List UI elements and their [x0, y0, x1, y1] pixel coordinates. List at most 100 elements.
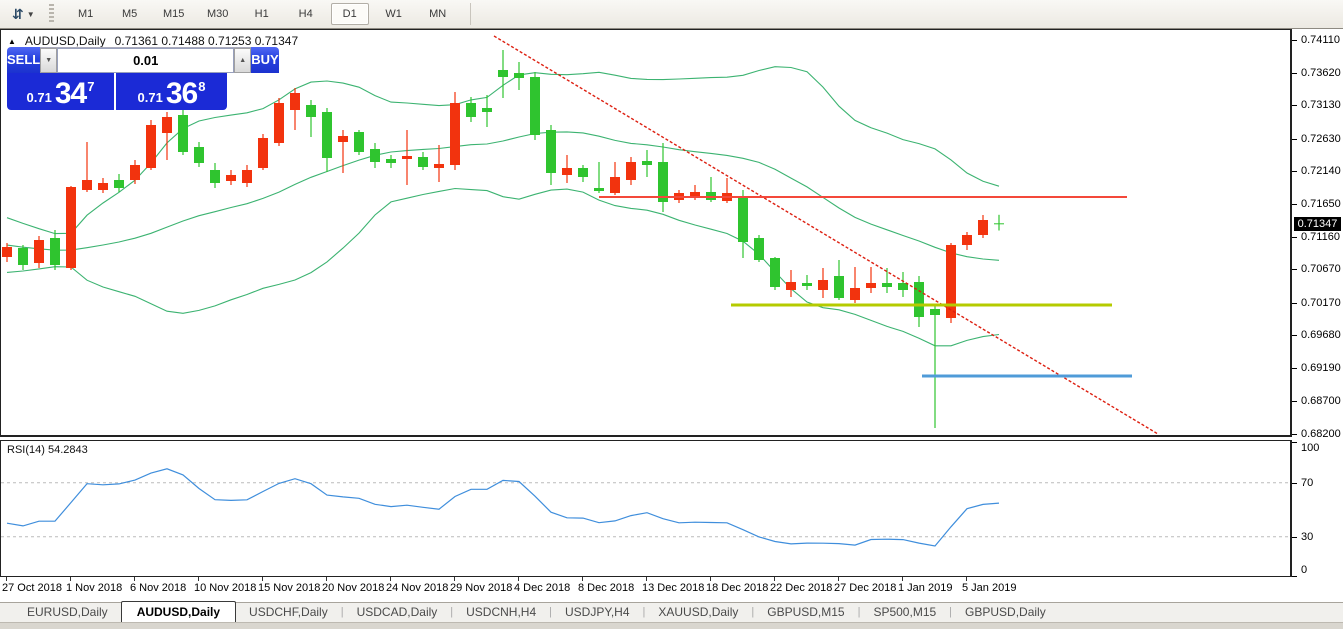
candle-body — [402, 156, 412, 159]
price-axis-tick — [1292, 303, 1297, 304]
timeframe-button-h4[interactable]: H4 — [287, 3, 325, 25]
timeframe-button-m15[interactable]: M15 — [155, 3, 193, 25]
sell-price-tile[interactable]: 0.71 34 7 — [7, 73, 114, 110]
date-axis-tick — [262, 577, 263, 581]
timeframe-button-m30[interactable]: M30 — [199, 3, 237, 25]
date-axis-tick — [326, 577, 327, 581]
candle-body — [834, 276, 844, 298]
date-axis-tick — [582, 577, 583, 581]
candle-body — [2, 247, 12, 257]
timeframe-button-h1[interactable]: H1 — [243, 3, 281, 25]
price-axis-label: 0.72630 — [1301, 133, 1341, 145]
rsi-line — [7, 469, 999, 546]
price-axis-label: 0.69190 — [1301, 362, 1341, 374]
price-axis-tick — [1292, 105, 1297, 106]
buy-price-tile[interactable]: 0.71 36 8 — [116, 73, 227, 110]
candle-body — [194, 147, 204, 163]
candle-body — [450, 103, 460, 165]
price-axis-tick — [1292, 269, 1297, 270]
rsi-canvas — [1, 441, 1290, 575]
date-axis-tick — [390, 577, 391, 581]
timeframe-button-m5[interactable]: M5 — [111, 3, 149, 25]
date-axis-label: 15 Nov 2018 — [258, 582, 320, 594]
candle-body — [338, 136, 348, 142]
one-click-trading-panel: SELL ▼ ▲ BUY 0.71 34 7 0.71 36 8 — [7, 47, 227, 110]
candle-body — [18, 248, 28, 265]
chart-arrows-toolbar-button[interactable]: ⇵ ▼ — [6, 4, 41, 24]
chart-tab-eurusd-daily[interactable]: EURUSD,Daily — [14, 603, 121, 622]
candle-body — [482, 108, 492, 112]
price-axis-tick — [1292, 368, 1297, 369]
chart-tab-usdjpy-h4[interactable]: USDJPY,H4 — [552, 603, 642, 622]
price-axis-label: 0.70170 — [1301, 297, 1341, 309]
candle-body — [34, 240, 44, 263]
lot-size-input[interactable] — [57, 48, 234, 73]
candle-body — [322, 112, 332, 158]
candle-body — [530, 77, 540, 135]
chart-title: ▲ AUDUSD,Daily 0.71361 0.71488 0.71253 0… — [8, 34, 298, 48]
date-axis-label: 10 Nov 2018 — [194, 582, 256, 594]
timeframe-button-m1[interactable]: M1 — [67, 3, 105, 25]
chart-tab-audusd-daily[interactable]: AUDUSD,Daily — [121, 601, 236, 623]
date-axis-label: 1 Nov 2018 — [66, 582, 122, 594]
date-axis-tick — [838, 577, 839, 581]
price-axis-label: 0.71160 — [1301, 231, 1340, 243]
candle-body — [946, 245, 956, 318]
chart-tab-gbpusd-m15[interactable]: GBPUSD,M15 — [754, 603, 857, 622]
candle-body — [114, 180, 124, 188]
buy-price-big: 36 — [166, 80, 197, 107]
candle-body — [930, 309, 940, 315]
date-axis-tick — [134, 577, 135, 581]
candle-body — [290, 93, 300, 110]
chart-tab-sp500-m15[interactable]: SP500,M15 — [860, 603, 949, 622]
candle-body — [226, 175, 236, 181]
timeframe-button-d1[interactable]: D1 — [331, 3, 369, 25]
price-axis-label: 0.73620 — [1301, 67, 1341, 79]
candle-body — [130, 165, 140, 180]
candle-body — [210, 170, 220, 183]
date-axis-label: 27 Oct 2018 — [2, 582, 62, 594]
price-axis-label: 0.70670 — [1301, 263, 1341, 275]
date-axis[interactable]: 27 Oct 20181 Nov 20186 Nov 201810 Nov 20… — [0, 577, 1292, 602]
candle-body — [434, 164, 444, 168]
rsi-axis-label: 30 — [1301, 531, 1313, 543]
collapse-marker-icon[interactable]: ▲ — [8, 37, 16, 46]
candle-body — [98, 183, 108, 190]
sell-button[interactable]: SELL — [7, 47, 40, 73]
chart-tab-usdcad-daily[interactable]: USDCAD,Daily — [344, 603, 451, 622]
buy-button[interactable]: BUY — [251, 47, 278, 73]
price-axis-tick — [1292, 204, 1297, 205]
price-axis[interactable]: 0.741100.736200.731300.726300.721400.716… — [1292, 29, 1343, 602]
chart-tab-xauusd-daily[interactable]: XAUUSD,Daily — [645, 603, 751, 622]
toolbar-grip-handle[interactable] — [49, 4, 54, 24]
lot-decrease-button[interactable]: ▼ — [40, 48, 57, 73]
candle-body — [786, 282, 796, 290]
chart-tab-usdchf-daily[interactable]: USDCHF,Daily — [236, 603, 341, 622]
sell-price-prefix: 0.71 — [27, 88, 52, 107]
price-axis-label: 0.71650 — [1301, 198, 1341, 210]
candle-body — [866, 283, 876, 288]
lot-increase-button[interactable]: ▲ — [234, 48, 251, 73]
candle-body — [914, 282, 924, 317]
candle-body — [274, 103, 284, 143]
timeframe-button-mn[interactable]: MN — [419, 3, 457, 25]
chart-tab-gbpusd-daily[interactable]: GBPUSD,Daily — [952, 603, 1059, 622]
descending-trendline[interactable] — [494, 36, 1163, 434]
date-axis-tick — [198, 577, 199, 581]
candle-body — [770, 258, 780, 287]
candle-body — [594, 188, 604, 191]
chart-arrows-icon: ⇵ — [12, 6, 24, 22]
candle-body — [994, 223, 1004, 224]
window-bottom-edge — [0, 622, 1343, 629]
candle-body — [754, 238, 764, 260]
rsi-axis-tick — [1292, 576, 1297, 577]
date-axis-tick — [774, 577, 775, 581]
date-axis-label: 13 Dec 2018 — [642, 582, 704, 594]
chart-tab-usdcnh-h4[interactable]: USDCNH,H4 — [453, 603, 549, 622]
date-axis-tick — [454, 577, 455, 581]
candle-body — [850, 288, 860, 300]
dropdown-caret-icon[interactable]: ▼ — [27, 10, 35, 19]
candle-body — [626, 162, 636, 180]
price-axis-tick — [1292, 73, 1297, 74]
timeframe-button-w1[interactable]: W1 — [375, 3, 413, 25]
